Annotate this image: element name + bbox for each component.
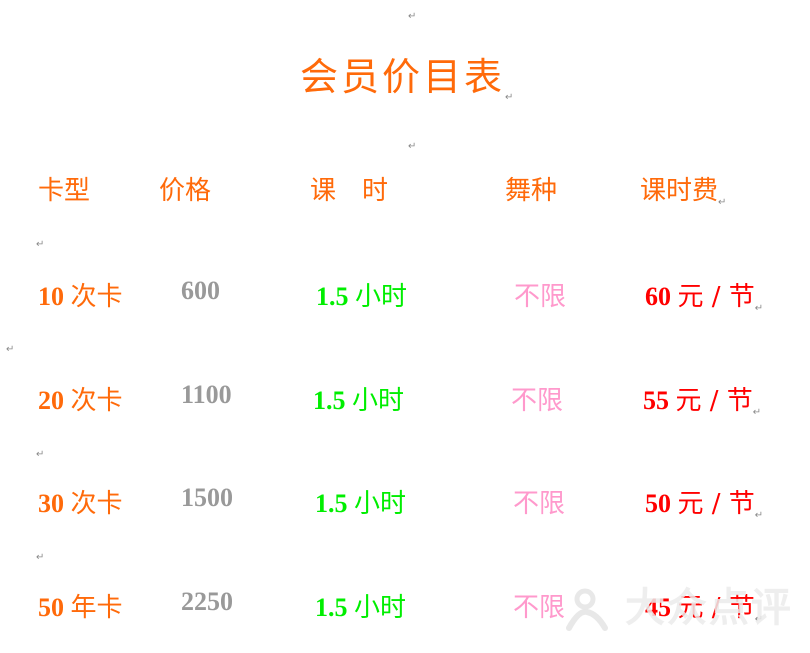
paragraph-mark: ↵	[408, 141, 417, 152]
duration-cell: 1.5 小时	[315, 587, 406, 624]
dance-style-cell: 不限	[513, 593, 566, 623]
paragraph-mark: ↵	[752, 407, 762, 418]
card-number: 50	[38, 593, 64, 622]
duration-cell: 1.5 小时	[313, 380, 404, 417]
card-type-cell: 20 次卡	[38, 380, 123, 417]
card-unit: 次卡	[70, 386, 123, 416]
paragraph-mark: ↵	[505, 92, 517, 103]
price-cell: 1100	[181, 380, 232, 409]
duration-unit: 小时	[354, 489, 407, 519]
fee-number: 50	[645, 489, 671, 518]
card-number: 20	[38, 386, 64, 415]
paragraph-mark: ↵	[36, 239, 45, 250]
card-type-cell: 50 年卡	[38, 587, 123, 624]
card-unit: 次卡	[70, 282, 123, 312]
header-price: 价格	[159, 176, 212, 206]
duration-number: 1.5	[315, 593, 348, 622]
duration-cell: 1.5 小时	[316, 276, 407, 313]
fee-unit: 元 / 节	[677, 489, 755, 519]
duration-number: 1.5	[315, 489, 348, 518]
paragraph-mark: ↵	[6, 344, 15, 355]
card-type-cell: 10 次卡	[38, 276, 123, 313]
fee-cell: 50 元 / 节↵	[645, 483, 764, 521]
price-cell: 600	[181, 276, 220, 305]
fee-unit: 元 / 节	[675, 386, 753, 416]
paragraph-mark: ↵	[754, 510, 764, 521]
header-fee-text: 课时费	[640, 176, 719, 206]
fee-number: 55	[643, 386, 669, 415]
watermark: 大众点评	[565, 575, 793, 633]
card-type-cell: 30 次卡	[38, 483, 123, 520]
paragraph-mark: ↵	[408, 11, 417, 22]
header-card-type: 卡型	[38, 176, 91, 206]
duration-number: 1.5	[313, 386, 346, 415]
duration-unit: 小时	[352, 386, 405, 416]
header-duration: 课 时	[310, 176, 389, 206]
card-unit: 次卡	[70, 489, 123, 519]
dance-style-cell: 不限	[511, 386, 564, 416]
fee-number: 60	[645, 282, 671, 311]
page-title: 会员价目表↵	[300, 46, 517, 103]
price-cell: 1500	[181, 483, 233, 512]
fee-unit: 元 / 节	[677, 282, 755, 312]
header-fee-per-lesson: 课时费↵	[640, 170, 727, 208]
duration-number: 1.5	[316, 282, 349, 311]
title-text: 会员价目表	[300, 55, 506, 99]
fee-cell: 60 元 / 节↵	[645, 276, 764, 314]
duration-unit: 小时	[354, 593, 407, 623]
dance-style-cell: 不限	[514, 282, 567, 312]
dianping-person-icon	[566, 588, 608, 631]
price-cell: 2250	[181, 587, 233, 616]
duration-cell: 1.5 小时	[315, 483, 406, 520]
fee-cell: 55 元 / 节↵	[643, 380, 762, 418]
dance-style-cell: 不限	[513, 489, 566, 519]
card-unit: 年卡	[70, 593, 123, 623]
card-number: 10	[38, 282, 64, 311]
paragraph-mark: ↵	[36, 449, 45, 460]
duration-unit: 小时	[355, 282, 408, 312]
paragraph-mark: ↵	[718, 197, 727, 208]
paragraph-mark: ↵	[754, 303, 764, 314]
watermark-text: 大众点评	[624, 585, 793, 631]
card-number: 30	[38, 489, 64, 518]
paragraph-mark: ↵	[36, 552, 45, 563]
header-dance-style: 舞种	[505, 176, 558, 206]
